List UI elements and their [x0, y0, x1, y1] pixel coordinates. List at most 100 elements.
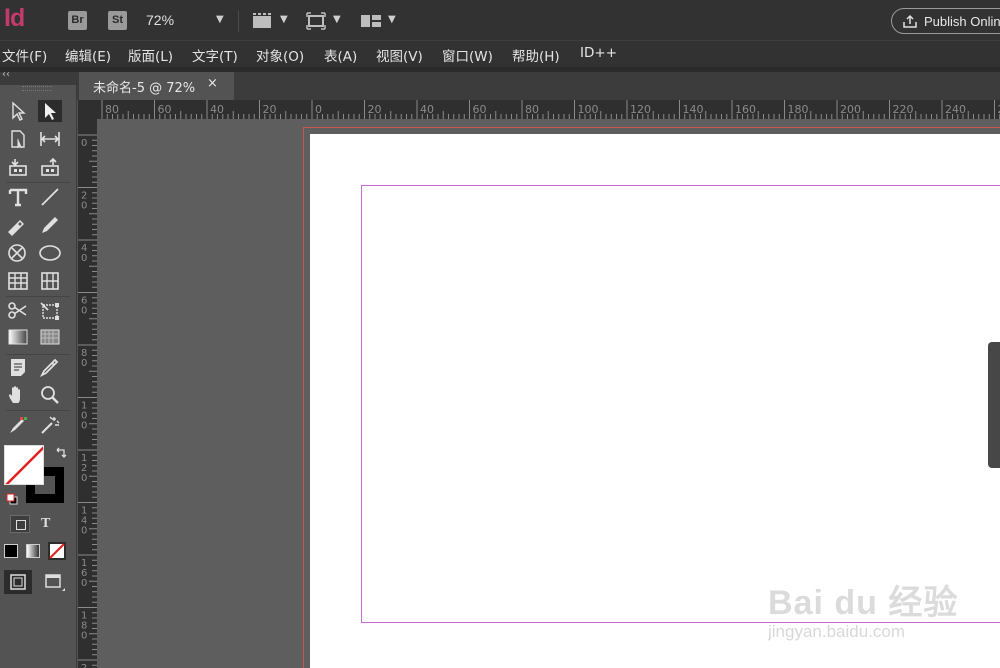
scissors-tool-icon[interactable]	[6, 300, 30, 322]
zoom-dropdown-icon[interactable]: ▼	[216, 14, 224, 25]
table-icon[interactable]	[6, 270, 30, 292]
menu-view[interactable]: 视图(V)	[376, 45, 423, 65]
menu-layout[interactable]: 版面(L)	[128, 45, 173, 65]
note-tool-icon[interactable]	[6, 356, 30, 378]
menu-bar: 文件(F) 编辑(E) 版面(L) 文字(T) 对象(O) 表(A) 视图(V)…	[0, 40, 1000, 68]
eyedropper-tool-icon[interactable]	[38, 356, 62, 378]
tools-panel-header: ‹‹	[0, 69, 76, 85]
ruler-label: 0	[81, 578, 87, 589]
ruler-label: 80	[525, 103, 539, 116]
formatting-container-icon[interactable]	[10, 515, 30, 533]
collapsed-panel[interactable]	[988, 342, 1000, 468]
close-tab-icon[interactable]: ×	[207, 76, 218, 91]
tool-separator	[6, 410, 70, 411]
zoom-tool-icon[interactable]	[38, 384, 62, 406]
screen-mode-tool-icon[interactable]	[40, 571, 68, 599]
horizontal-ruler[interactable]: 80 60 40 20 0 20 40 60 80 100 120 140 160 180 200 220 24…	[97, 100, 1000, 119]
ruler-label: 0	[81, 358, 87, 369]
menu-type[interactable]: 文字(T)	[192, 45, 238, 65]
stock-button[interactable]: St	[108, 11, 127, 30]
ruler-label: 0	[81, 631, 87, 642]
ruler-label: 100	[578, 103, 599, 116]
tool-separator	[6, 296, 70, 297]
apply-gradient-button[interactable]	[26, 544, 40, 558]
ruler-label: 0	[81, 421, 87, 432]
tool-separator	[6, 182, 70, 183]
magic-wand-icon[interactable]	[38, 414, 62, 436]
baidu-watermark-url: jingyan.baidu.com	[768, 622, 906, 641]
ruler-label: 80	[105, 103, 119, 116]
tool-separator	[6, 354, 70, 355]
apply-none-button[interactable]	[48, 542, 66, 560]
apply-color-button[interactable]	[4, 544, 18, 558]
content-placer-icon[interactable]	[38, 156, 62, 178]
type-tool-icon[interactable]	[6, 186, 30, 208]
selection-tool-icon[interactable]	[6, 100, 30, 122]
pencil-tool-icon[interactable]	[38, 214, 62, 236]
panel-grip[interactable]	[22, 86, 52, 91]
ruler-label: 0	[315, 103, 322, 116]
document-tab-label: 未命名-5 @ 72%	[93, 81, 196, 96]
publish-online-label: Publish Onlin	[924, 14, 1000, 29]
collapse-panel-icon[interactable]: ‹‹	[2, 69, 10, 80]
menu-help[interactable]: 帮助(H)	[512, 45, 560, 65]
menu-object[interactable]: 对象(O)	[256, 45, 304, 65]
view-options-icon[interactable]	[252, 12, 274, 34]
screen-mode-dropdown-icon[interactable]: ▼	[333, 14, 341, 25]
zoom-level[interactable]: 72%	[146, 12, 174, 28]
publish-online-button[interactable]: Publish Onlin	[891, 8, 1000, 34]
direct-selection-tool-icon[interactable]	[38, 100, 62, 122]
indesign-logo: Id	[4, 4, 25, 32]
ruler-label: 0	[81, 201, 87, 212]
app-bar: Id Br St 72% ▼ ▼ ▼ ▼ Publish Onlin	[0, 0, 1000, 40]
rectangle-frame-tool-icon[interactable]	[6, 242, 30, 264]
gradient-swatch-tool-icon[interactable]	[6, 326, 30, 348]
ruler-label: 240	[945, 103, 966, 116]
menu-table[interactable]: 表(A)	[324, 45, 357, 65]
formatting-text-icon[interactable]: T	[41, 516, 50, 532]
ruler-label: 160	[735, 103, 756, 116]
ruler-label: 40	[420, 103, 434, 116]
content-collector-icon[interactable]	[6, 156, 30, 178]
view-options-dropdown-icon[interactable]: ▼	[280, 14, 288, 25]
ruler-label: 20	[263, 103, 277, 116]
ruler-label: 60	[158, 103, 172, 116]
free-transform-tool-icon[interactable]	[38, 300, 62, 322]
ruler-label: 0	[81, 306, 87, 317]
baidu-watermark: Bai du 经验	[768, 584, 959, 622]
menu-edit[interactable]: 编辑(E)	[65, 45, 111, 65]
vertical-ruler[interactable]: 020406080100120140160180200	[78, 119, 97, 668]
ellipse-tool-icon[interactable]	[38, 242, 62, 264]
ruler-label: 40	[210, 103, 224, 116]
fill-swatch[interactable]	[4, 445, 44, 485]
bridge-button[interactable]: Br	[68, 11, 87, 30]
swap-fill-stroke-icon[interactable]	[54, 446, 68, 465]
screen-mode-icon[interactable]	[306, 12, 326, 34]
gap-tool-icon[interactable]	[38, 128, 62, 150]
menu-idplusplus[interactable]: ID++	[580, 45, 617, 61]
ruler-label: 120	[630, 103, 651, 116]
default-fill-stroke-icon[interactable]	[6, 490, 18, 509]
ruler-origin[interactable]	[78, 100, 97, 119]
menu-file[interactable]: 文件(F)	[2, 45, 47, 65]
pen-tool-icon[interactable]	[6, 214, 30, 236]
line-tool-icon[interactable]	[38, 186, 62, 208]
arrange-documents-icon[interactable]	[360, 12, 382, 34]
ruler-label: 0	[81, 253, 87, 264]
arrange-documents-dropdown-icon[interactable]: ▼	[388, 14, 396, 25]
ruler-label: 220	[893, 103, 914, 116]
document-tab[interactable]: 未命名-5 @ 72% ×	[79, 72, 234, 100]
margin-guide	[361, 185, 1000, 623]
upload-icon	[903, 14, 917, 28]
color-theme-tool-icon[interactable]	[6, 414, 30, 436]
ruler-label: 60	[473, 103, 487, 116]
gradient-feather-tool-icon[interactable]	[38, 326, 62, 348]
page-tool-icon[interactable]	[6, 128, 30, 150]
normal-view-mode-icon[interactable]	[4, 570, 32, 594]
separator	[238, 10, 239, 32]
menu-window[interactable]: 窗口(W)	[442, 45, 493, 65]
hand-tool-icon[interactable]	[6, 384, 30, 406]
ruler-label: 140	[683, 103, 704, 116]
grid-icon[interactable]	[38, 270, 62, 292]
ruler-label: 20	[368, 103, 382, 116]
